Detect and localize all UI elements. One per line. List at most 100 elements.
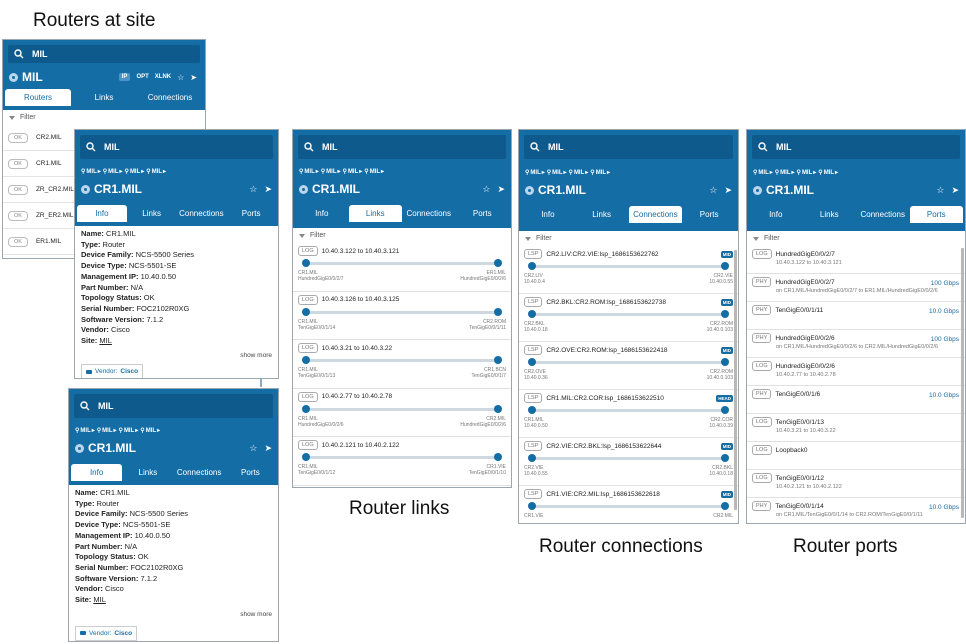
endpoint-a-dot[interactable] bbox=[528, 454, 536, 462]
scrollbar[interactable] bbox=[734, 250, 737, 510]
breadcrumb-item[interactable]: ⚲ MIL ▸ bbox=[119, 427, 139, 435]
tab-connections[interactable]: Connections bbox=[137, 89, 203, 106]
endpoint-a-dot[interactable] bbox=[528, 310, 536, 318]
tab-ports[interactable]: Ports bbox=[682, 206, 736, 223]
endpoint-a-dot[interactable] bbox=[302, 453, 310, 461]
star-icon[interactable]: ☆ bbox=[249, 184, 257, 195]
endpoint-b-dot[interactable] bbox=[721, 454, 729, 462]
breadcrumb-item[interactable]: ⚲ MIL ▸ bbox=[125, 168, 145, 176]
endpoint-b-dot[interactable] bbox=[494, 453, 502, 461]
endpoint-b-dot[interactable] bbox=[721, 262, 729, 270]
breadcrumb-item[interactable]: ⚲ MIL ▸ bbox=[103, 168, 123, 176]
connection-item[interactable]: LSP CR2.BKL:CR2.ROM:lsp_1686153622738 MID C… bbox=[519, 294, 738, 342]
endpoint-a-dot[interactable] bbox=[528, 406, 536, 414]
endpoint-a-dot[interactable] bbox=[302, 307, 310, 316]
vendor-chip[interactable]: Vendor: Cisco bbox=[75, 625, 138, 641]
search-input[interactable]: MIL bbox=[8, 45, 200, 63]
tab-links[interactable]: Links bbox=[348, 205, 402, 222]
endpoint-b-dot[interactable] bbox=[494, 404, 502, 413]
navigate-icon[interactable]: ➤ bbox=[951, 185, 959, 196]
tab-ports[interactable]: Ports bbox=[909, 206, 963, 223]
star-icon[interactable]: ☆ bbox=[249, 443, 257, 454]
star-icon[interactable]: ☆ bbox=[482, 184, 490, 195]
port-item[interactable]: PHY TenGigE0/0/1/14 10.0 Gbps on CR1.MIL/Te… bbox=[747, 498, 965, 523]
site-link[interactable]: MIL bbox=[93, 595, 106, 604]
show-more-link[interactable]: show more bbox=[69, 609, 278, 620]
navigate-icon[interactable]: ➤ bbox=[497, 184, 505, 195]
tab-info[interactable]: Info bbox=[749, 206, 803, 223]
endpoint-b-dot[interactable] bbox=[721, 310, 729, 318]
search-input[interactable]: MIL bbox=[74, 394, 273, 418]
site-link[interactable]: MIL bbox=[99, 336, 112, 345]
breadcrumb-item[interactable]: ⚲ MIL ▸ bbox=[140, 427, 160, 435]
link-item[interactable]: LOG 10.40.2.121 to 10.40.2.122 CR1.MIL TenG… bbox=[293, 437, 511, 486]
connection-item[interactable]: LSP CR1.MIL:CR2.COR:lsp_1686153622510 HEAD… bbox=[519, 390, 738, 438]
search-input[interactable]: MIL bbox=[752, 135, 960, 159]
navigate-icon[interactable]: ➤ bbox=[264, 443, 272, 454]
endpoint-a-dot[interactable] bbox=[528, 358, 536, 366]
breadcrumb-item[interactable]: ⚲ MIL ▸ bbox=[590, 169, 610, 177]
breadcrumb-item[interactable]: ⚲ MIL ▸ bbox=[146, 168, 166, 176]
port-item[interactable]: LOG TenGigE0/0/1/12 10.40.2.121 to 10.40.2… bbox=[747, 470, 965, 498]
tab-ports[interactable]: Ports bbox=[456, 205, 510, 222]
endpoint-b-dot[interactable] bbox=[494, 307, 502, 316]
filter-toggle[interactable]: Filter bbox=[3, 110, 205, 125]
port-item[interactable]: PHY TenGigE0/0/1/11 10.0 Gbps bbox=[747, 302, 965, 330]
search-input[interactable]: MIL bbox=[524, 135, 733, 159]
tab-links[interactable]: Links bbox=[803, 206, 857, 223]
star-icon[interactable]: ☆ bbox=[177, 73, 184, 82]
breadcrumb-item[interactable]: ⚲ MIL ▸ bbox=[525, 169, 545, 177]
search-input[interactable]: MIL bbox=[80, 135, 273, 159]
port-item[interactable]: LOG HundredGigE0/0/2/7 10.40.3.122 to 10.4… bbox=[747, 246, 965, 274]
filter-toggle[interactable]: Filter bbox=[747, 231, 965, 246]
link-item[interactable]: LOG 10.40.2.77 to 10.40.2.78 CR1.MIL Hundre… bbox=[293, 389, 511, 437]
tab-links[interactable]: Links bbox=[575, 206, 629, 223]
tab-info[interactable]: Info bbox=[295, 205, 349, 222]
endpoint-a-dot[interactable] bbox=[302, 356, 310, 364]
tab-connections[interactable]: Connections bbox=[177, 205, 227, 222]
show-more-link[interactable]: show more bbox=[75, 350, 278, 361]
link-item[interactable]: LOG 10.40.3.126 to 10.40.3.125 CR1.MIL TenG… bbox=[293, 292, 511, 340]
link-item[interactable]: LOG 10.40.3.21 to 10.40.3.22 CR1.MIL TenGig… bbox=[293, 340, 511, 389]
breadcrumb-item[interactable]: ⚲ MIL ▸ bbox=[321, 168, 341, 176]
breadcrumb-item[interactable]: ⚲ MIL ▸ bbox=[75, 427, 95, 435]
tab-routers[interactable]: Routers bbox=[5, 89, 71, 106]
endpoint-b-dot[interactable] bbox=[494, 356, 502, 364]
endpoint-b-dot[interactable] bbox=[721, 406, 729, 414]
endpoint-b-dot[interactable] bbox=[494, 259, 502, 267]
navigate-icon[interactable]: ➤ bbox=[724, 185, 732, 196]
port-item[interactable]: LOG HundredGigE0/0/2/6 10.40.2.77 to 10.40… bbox=[747, 358, 965, 386]
breadcrumb-item[interactable]: ⚲ MIL ▸ bbox=[547, 169, 567, 177]
star-icon[interactable]: ☆ bbox=[936, 185, 944, 196]
navigate-icon[interactable]: ➤ bbox=[190, 73, 197, 82]
tab-links[interactable]: Links bbox=[122, 464, 173, 481]
port-item[interactable]: PHY TenGigE0/0/1/6 10.0 Gbps bbox=[747, 386, 965, 414]
port-item[interactable]: LOG TenGigE0/0/1/13 10.40.3.21 to 10.40.3.… bbox=[747, 414, 965, 442]
breadcrumb-item[interactable]: ⚲ MIL ▸ bbox=[753, 169, 773, 177]
breadcrumb-item[interactable]: ⚲ MIL ▸ bbox=[818, 169, 838, 177]
breadcrumb-item[interactable]: ⚲ MIL ▸ bbox=[97, 427, 117, 435]
tab-connections[interactable]: Connections bbox=[628, 206, 683, 223]
tab-connections[interactable]: Connections bbox=[174, 464, 225, 481]
vendor-chip[interactable]: Vendor: Cisco bbox=[81, 364, 144, 378]
connection-item[interactable]: LSP CR1.VIE:CR2.MIL:lsp_1686153622618 MID C… bbox=[519, 486, 738, 523]
breadcrumb-item[interactable]: ⚲ MIL ▸ bbox=[81, 168, 101, 176]
endpoint-b-dot[interactable] bbox=[721, 502, 729, 510]
endpoint-a-dot[interactable] bbox=[302, 259, 310, 267]
breadcrumb-item[interactable]: ⚲ MIL ▸ bbox=[299, 168, 319, 176]
endpoint-a-dot[interactable] bbox=[528, 262, 536, 270]
tab-ports[interactable]: Ports bbox=[226, 205, 276, 222]
layer-xlnk-button[interactable]: XLNK bbox=[155, 74, 171, 80]
navigate-icon[interactable]: ➤ bbox=[264, 184, 272, 195]
breadcrumb-item[interactable]: ⚲ MIL ▸ bbox=[775, 169, 795, 177]
endpoint-a-dot[interactable] bbox=[528, 502, 536, 510]
search-input[interactable]: MIL bbox=[298, 135, 506, 159]
breadcrumb-item[interactable]: ⚲ MIL ▸ bbox=[343, 168, 363, 176]
star-icon[interactable]: ☆ bbox=[709, 185, 717, 196]
endpoint-a-dot[interactable] bbox=[302, 404, 310, 413]
tab-links[interactable]: Links bbox=[127, 205, 177, 222]
connection-item[interactable]: LSP CR2.LIV:CR2.VIE:lsp_1686153622762 MID C… bbox=[519, 246, 738, 294]
port-item[interactable]: PHY HundredGigE0/0/2/6 100 Gbps on CR1.MIL/… bbox=[747, 330, 965, 358]
tab-info[interactable]: Info bbox=[521, 206, 575, 223]
tab-ports[interactable]: Ports bbox=[225, 464, 276, 481]
